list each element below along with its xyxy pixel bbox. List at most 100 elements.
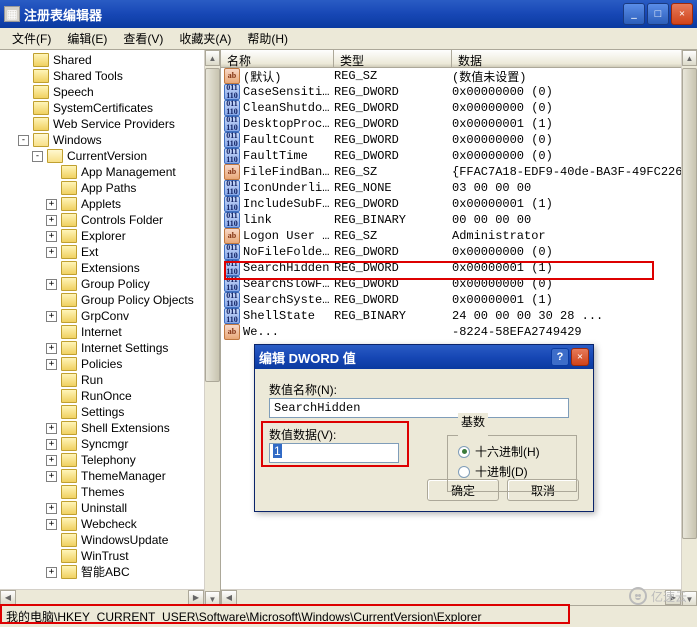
tree-item[interactable]: RunOnce — [0, 388, 220, 404]
expand-icon[interactable]: + — [46, 503, 57, 514]
scroll-right-icon[interactable]: ▶ — [665, 590, 681, 605]
collapse-icon[interactable]: - — [18, 135, 29, 146]
tree-item[interactable]: -CurrentVersion — [0, 148, 220, 164]
expand-icon[interactable]: + — [46, 519, 57, 530]
radio-hex[interactable]: 十六进制(H) — [458, 443, 566, 460]
list-row[interactable]: 011110SearchSlowFilesREG_DWORD0x00000000… — [221, 276, 697, 292]
scroll-left-icon[interactable]: ◀ — [221, 590, 237, 605]
list-row[interactable]: 011110SearchHiddenREG_DWORD0x00000001 (1… — [221, 260, 697, 276]
menu-view[interactable]: 查看(V) — [115, 28, 171, 49]
tree-item[interactable]: Internet — [0, 324, 220, 340]
list-row[interactable]: 011110ShellStateREG_BINARY24 00 00 00 30… — [221, 308, 697, 324]
tree-item[interactable]: +Explorer — [0, 228, 220, 244]
dialog-close-button[interactable]: × — [571, 348, 589, 366]
minimize-button[interactable]: _ — [623, 3, 645, 25]
menu-favorites[interactable]: 收藏夹(A) — [171, 28, 239, 49]
tree[interactable]: SharedShared ToolsSpeechSystemCertificat… — [0, 50, 220, 582]
tree-item[interactable]: Extensions — [0, 260, 220, 276]
menu-file[interactable]: 文件(F) — [4, 28, 59, 49]
tree-item[interactable]: Shared — [0, 52, 220, 68]
tree-item[interactable]: +Ext — [0, 244, 220, 260]
scroll-down-icon[interactable]: ▼ — [682, 591, 697, 605]
tree-item[interactable]: App Management — [0, 164, 220, 180]
tree-item[interactable]: Web Service Providers — [0, 116, 220, 132]
list-row[interactable]: 011110SearchSystemDirsREG_DWORD0x0000000… — [221, 292, 697, 308]
tree-item[interactable]: +Group Policy — [0, 276, 220, 292]
tree-item[interactable]: Run — [0, 372, 220, 388]
tree-item[interactable]: WindowsUpdate — [0, 532, 220, 548]
tree-item[interactable]: App Paths — [0, 180, 220, 196]
tree-item[interactable]: +Internet Settings — [0, 340, 220, 356]
dialog-help-button[interactable]: ? — [551, 348, 569, 366]
value-name-input[interactable] — [269, 398, 569, 418]
maximize-button[interactable]: □ — [647, 3, 669, 25]
list-hscrollbar[interactable]: ◀ ▶ — [221, 589, 681, 605]
tree-item[interactable]: +Applets — [0, 196, 220, 212]
expand-icon[interactable]: + — [46, 231, 57, 242]
tree-item[interactable]: +ThemeManager — [0, 468, 220, 484]
scroll-right-icon[interactable]: ▶ — [188, 590, 204, 605]
tree-item[interactable]: Shared Tools — [0, 68, 220, 84]
tree-item[interactable]: Themes — [0, 484, 220, 500]
col-name[interactable]: 名称 — [221, 50, 334, 67]
expand-icon[interactable]: + — [46, 247, 57, 258]
expand-icon[interactable]: + — [46, 567, 57, 578]
col-type[interactable]: 类型 — [334, 50, 452, 67]
list-row[interactable]: abWe...-8224-58EFA2749429 — [221, 324, 697, 340]
radio-dec[interactable]: 十进制(D) — [458, 463, 566, 480]
scroll-down-icon[interactable]: ▼ — [205, 591, 220, 605]
list-row[interactable]: 011110FaultCountREG_DWORD0x00000000 (0) — [221, 132, 697, 148]
menu-edit[interactable]: 编辑(E) — [59, 28, 115, 49]
value-data-input[interactable]: 1 — [269, 443, 399, 463]
tree-item[interactable]: Speech — [0, 84, 220, 100]
tree-item[interactable]: +GrpConv — [0, 308, 220, 324]
expand-icon[interactable]: + — [46, 279, 57, 290]
list-row[interactable]: 011110IconUnderlineREG_NONE03 00 00 00 — [221, 180, 697, 196]
list-vscrollbar[interactable]: ▲ ▼ — [681, 50, 697, 605]
list-body[interactable]: ab(默认)REG_SZ(数值未设置)011110CaseSensitiveRE… — [221, 68, 697, 340]
list-row[interactable]: 011110NoFileFolderC...REG_DWORD0x0000000… — [221, 244, 697, 260]
expand-icon[interactable]: + — [46, 311, 57, 322]
tree-item[interactable]: +Shell Extensions — [0, 420, 220, 436]
scroll-thumb[interactable] — [682, 68, 697, 539]
list-row[interactable]: 011110IncludeSubFol...REG_DWORD0x0000000… — [221, 196, 697, 212]
tree-item[interactable]: +智能ABC — [0, 564, 220, 580]
tree-item[interactable]: +Policies — [0, 356, 220, 372]
tree-item[interactable]: WinTrust — [0, 548, 220, 564]
list-row[interactable]: 011110CleanShutdownREG_DWORD0x00000000 (… — [221, 100, 697, 116]
expand-icon[interactable]: + — [46, 199, 57, 210]
expand-icon[interactable]: + — [46, 343, 57, 354]
tree-item[interactable]: +Controls Folder — [0, 212, 220, 228]
tree-item[interactable]: Settings — [0, 404, 220, 420]
menu-help[interactable]: 帮助(H) — [239, 28, 296, 49]
scroll-up-icon[interactable]: ▲ — [205, 50, 220, 66]
list-row[interactable]: 011110FaultTimeREG_DWORD0x00000000 (0) — [221, 148, 697, 164]
scroll-left-icon[interactable]: ◀ — [0, 590, 16, 605]
expand-icon[interactable]: + — [46, 439, 57, 450]
list-row[interactable]: 011110DesktopProcessREG_DWORD0x00000001 … — [221, 116, 697, 132]
list-row[interactable]: 011110CaseSensitiveREG_DWORD0x00000000 (… — [221, 84, 697, 100]
scroll-up-icon[interactable]: ▲ — [682, 50, 697, 66]
expand-icon[interactable]: + — [46, 423, 57, 434]
list-row[interactable]: 011110linkREG_BINARY00 00 00 00 — [221, 212, 697, 228]
expand-icon[interactable]: + — [46, 215, 57, 226]
tree-item[interactable]: -Windows — [0, 132, 220, 148]
tree-item[interactable]: +Syncmgr — [0, 436, 220, 452]
scroll-thumb[interactable] — [205, 68, 220, 382]
tree-item[interactable]: +Uninstall — [0, 500, 220, 516]
expand-icon[interactable]: + — [46, 455, 57, 466]
close-button[interactable]: × — [671, 3, 693, 25]
list-row[interactable]: abFileFindBandHookREG_SZ{FFAC7A18-EDF9-4… — [221, 164, 697, 180]
tree-hscrollbar[interactable]: ◀ ▶ — [0, 589, 204, 605]
tree-item[interactable]: +Telephony — [0, 452, 220, 468]
tree-item[interactable]: SystemCertificates — [0, 100, 220, 116]
col-data[interactable]: 数据 — [452, 50, 697, 67]
collapse-icon[interactable]: - — [32, 151, 43, 162]
tree-vscrollbar[interactable]: ▲ ▼ — [204, 50, 220, 605]
tree-item[interactable]: +Webcheck — [0, 516, 220, 532]
list-row[interactable]: ab(默认)REG_SZ(数值未设置) — [221, 68, 697, 84]
expand-icon[interactable]: + — [46, 471, 57, 482]
list-row[interactable]: abLogon User NameREG_SZAdministrator — [221, 228, 697, 244]
expand-icon[interactable]: + — [46, 359, 57, 370]
tree-item[interactable]: Group Policy Objects — [0, 292, 220, 308]
